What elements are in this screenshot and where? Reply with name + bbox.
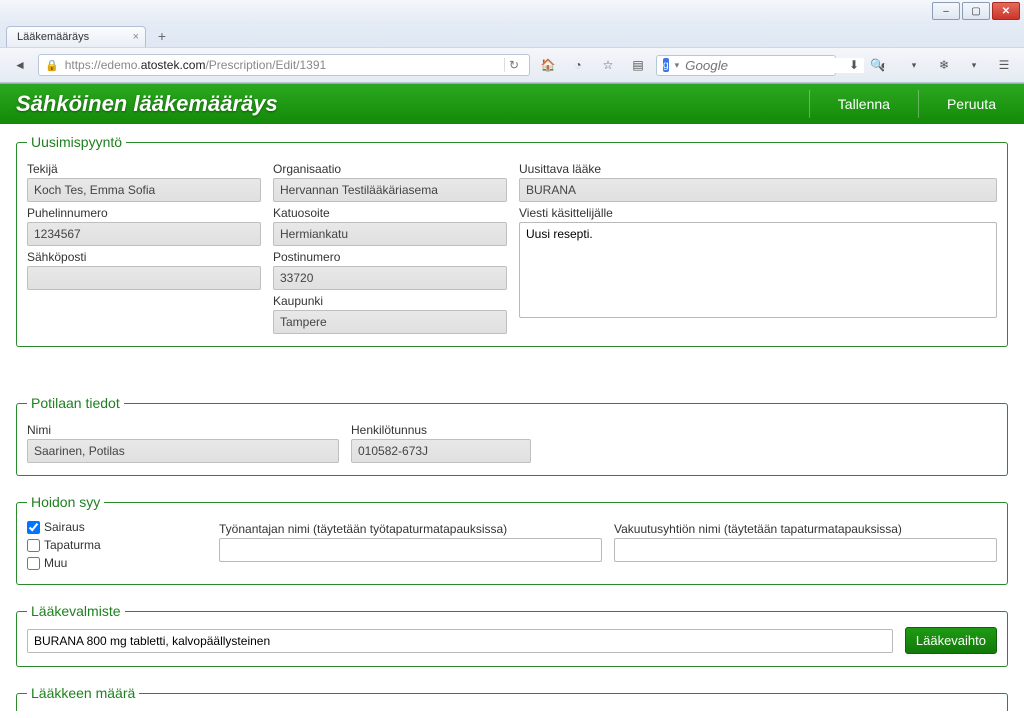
url-text: https://edemo.atostek.com/Prescription/E… (65, 58, 326, 72)
header-actions: Tallenna Peruuta (809, 90, 1024, 118)
addon2-dropdown-icon[interactable]: ▾ (962, 53, 986, 77)
city-label: Kaupunki (273, 294, 507, 308)
patient-legend: Potilaan tiedot (27, 395, 124, 411)
new-tab-button[interactable]: + (152, 27, 172, 47)
menu-button[interactable]: ☰ (992, 53, 1016, 77)
address-bar: ◄ 🔒 https://edemo.atostek.com/Prescripti… (0, 47, 1024, 82)
window-controls: – ▢ ✕ (0, 0, 1024, 22)
employer-label: Työnantajan nimi (täytetään työtapaturma… (219, 522, 602, 536)
page-header: Sähköinen lääkemääräys Tallenna Peruuta (0, 83, 1024, 124)
reason-accident-row: Tapaturma (27, 538, 207, 552)
reason-other-row: Muu (27, 556, 207, 570)
phone-field (27, 222, 261, 246)
drug-switch-button[interactable]: Lääkevaihto (905, 627, 997, 654)
reason-legend: Hoidon syy (27, 494, 104, 510)
url-field[interactable]: 🔒 https://edemo.atostek.com/Prescription… (38, 54, 530, 76)
dropdown-icon[interactable]: ▾ (675, 60, 680, 71)
patient-ssn-field (351, 439, 531, 463)
patient-name-label: Nimi (27, 423, 339, 437)
reload-icon[interactable]: ↻ (504, 58, 523, 72)
browser-tab[interactable]: Lääkemääräys × (6, 26, 146, 47)
search-box[interactable]: g ▾ 🔍 (656, 55, 836, 76)
reason-accident-checkbox[interactable] (27, 539, 40, 552)
reason-accident-label: Tapaturma (44, 538, 101, 552)
window-maximize-button[interactable]: ▢ (962, 2, 990, 20)
reader-button[interactable]: ▤ (626, 53, 650, 77)
google-icon: g (663, 58, 669, 72)
addon1-button[interactable]: ◐ (872, 53, 896, 77)
reason-other-checkbox[interactable] (27, 557, 40, 570)
patient-name-field (27, 439, 339, 463)
renewal-legend: Uusimispyyntö (27, 134, 126, 150)
addon-dropdown-icon[interactable]: ▾ (902, 53, 926, 77)
tab-bar: Lääkemääräys × + (0, 22, 1024, 47)
back-button[interactable]: ◄ (8, 53, 32, 77)
addon2-button[interactable]: ❄ (932, 53, 956, 77)
drug-label: Uusittava lääke (519, 162, 997, 176)
msg-label: Viesti käsittelijälle (519, 206, 997, 220)
amount-legend: Lääkkeen määrä (27, 685, 139, 701)
author-field (27, 178, 261, 202)
reason-other-label: Muu (44, 556, 67, 570)
employer-input[interactable] (219, 538, 602, 562)
street-label: Katuosoite (273, 206, 507, 220)
patient-ssn-label: Henkilötunnus (351, 423, 531, 437)
downloads-button[interactable]: ⬇ (842, 53, 866, 77)
email-label: Sähköposti (27, 250, 261, 264)
page-title: Sähköinen lääkemääräys (16, 91, 278, 117)
save-button[interactable]: Tallenna (809, 90, 918, 118)
city-field (273, 310, 507, 334)
drug-field (519, 178, 997, 202)
reason-disease-row: Sairaus (27, 520, 207, 534)
product-legend: Lääkevalmiste (27, 603, 125, 619)
cancel-button[interactable]: Peruuta (918, 90, 1024, 118)
browser-chrome: – ▢ ✕ Lääkemääräys × + ◄ 🔒 https://edemo… (0, 0, 1024, 83)
org-label: Organisaatio (273, 162, 507, 176)
history-button[interactable]: ◔ (566, 53, 590, 77)
home-button[interactable]: 🏠 (536, 53, 560, 77)
insurer-label: Vakuutusyhtiön nimi (täytetään tapaturma… (614, 522, 997, 536)
org-field (273, 178, 507, 202)
tab-title: Lääkemääräys (17, 31, 89, 43)
street-field (273, 222, 507, 246)
postal-label: Postinumero (273, 250, 507, 264)
bookmark-button[interactable]: ☆ (596, 53, 620, 77)
window-close-button[interactable]: ✕ (992, 2, 1020, 20)
postal-field (273, 266, 507, 290)
msg-textarea[interactable]: Uusi resepti. (519, 222, 997, 318)
product-input[interactable] (27, 629, 893, 653)
search-input[interactable] (685, 58, 864, 73)
renewal-request-section: Uusimispyyntö Tekijä Puhelinnumero Sähkö… (16, 134, 1008, 347)
amount-section: Lääkkeen määrä Määrätään pakkauksina Pak… (16, 685, 1008, 711)
reason-section: Hoidon syy Sairaus Tapaturma Muu (16, 494, 1008, 585)
reason-disease-label: Sairaus (44, 520, 85, 534)
phone-label: Puhelinnumero (27, 206, 261, 220)
product-section: Lääkevalmiste Lääkevaihto (16, 603, 1008, 667)
email-field (27, 266, 261, 290)
author-label: Tekijä (27, 162, 261, 176)
tab-close-icon[interactable]: × (133, 31, 139, 43)
form-content: Uusimispyyntö Tekijä Puhelinnumero Sähkö… (0, 124, 1024, 711)
window-minimize-button[interactable]: – (932, 2, 960, 20)
reason-disease-checkbox[interactable] (27, 521, 40, 534)
lock-icon: 🔒 (45, 59, 59, 72)
patient-section: Potilaan tiedot Nimi Henkilötunnus (16, 395, 1008, 476)
page-scroll[interactable]: Sähköinen lääkemääräys Tallenna Peruuta … (0, 83, 1024, 711)
insurer-input[interactable] (614, 538, 997, 562)
